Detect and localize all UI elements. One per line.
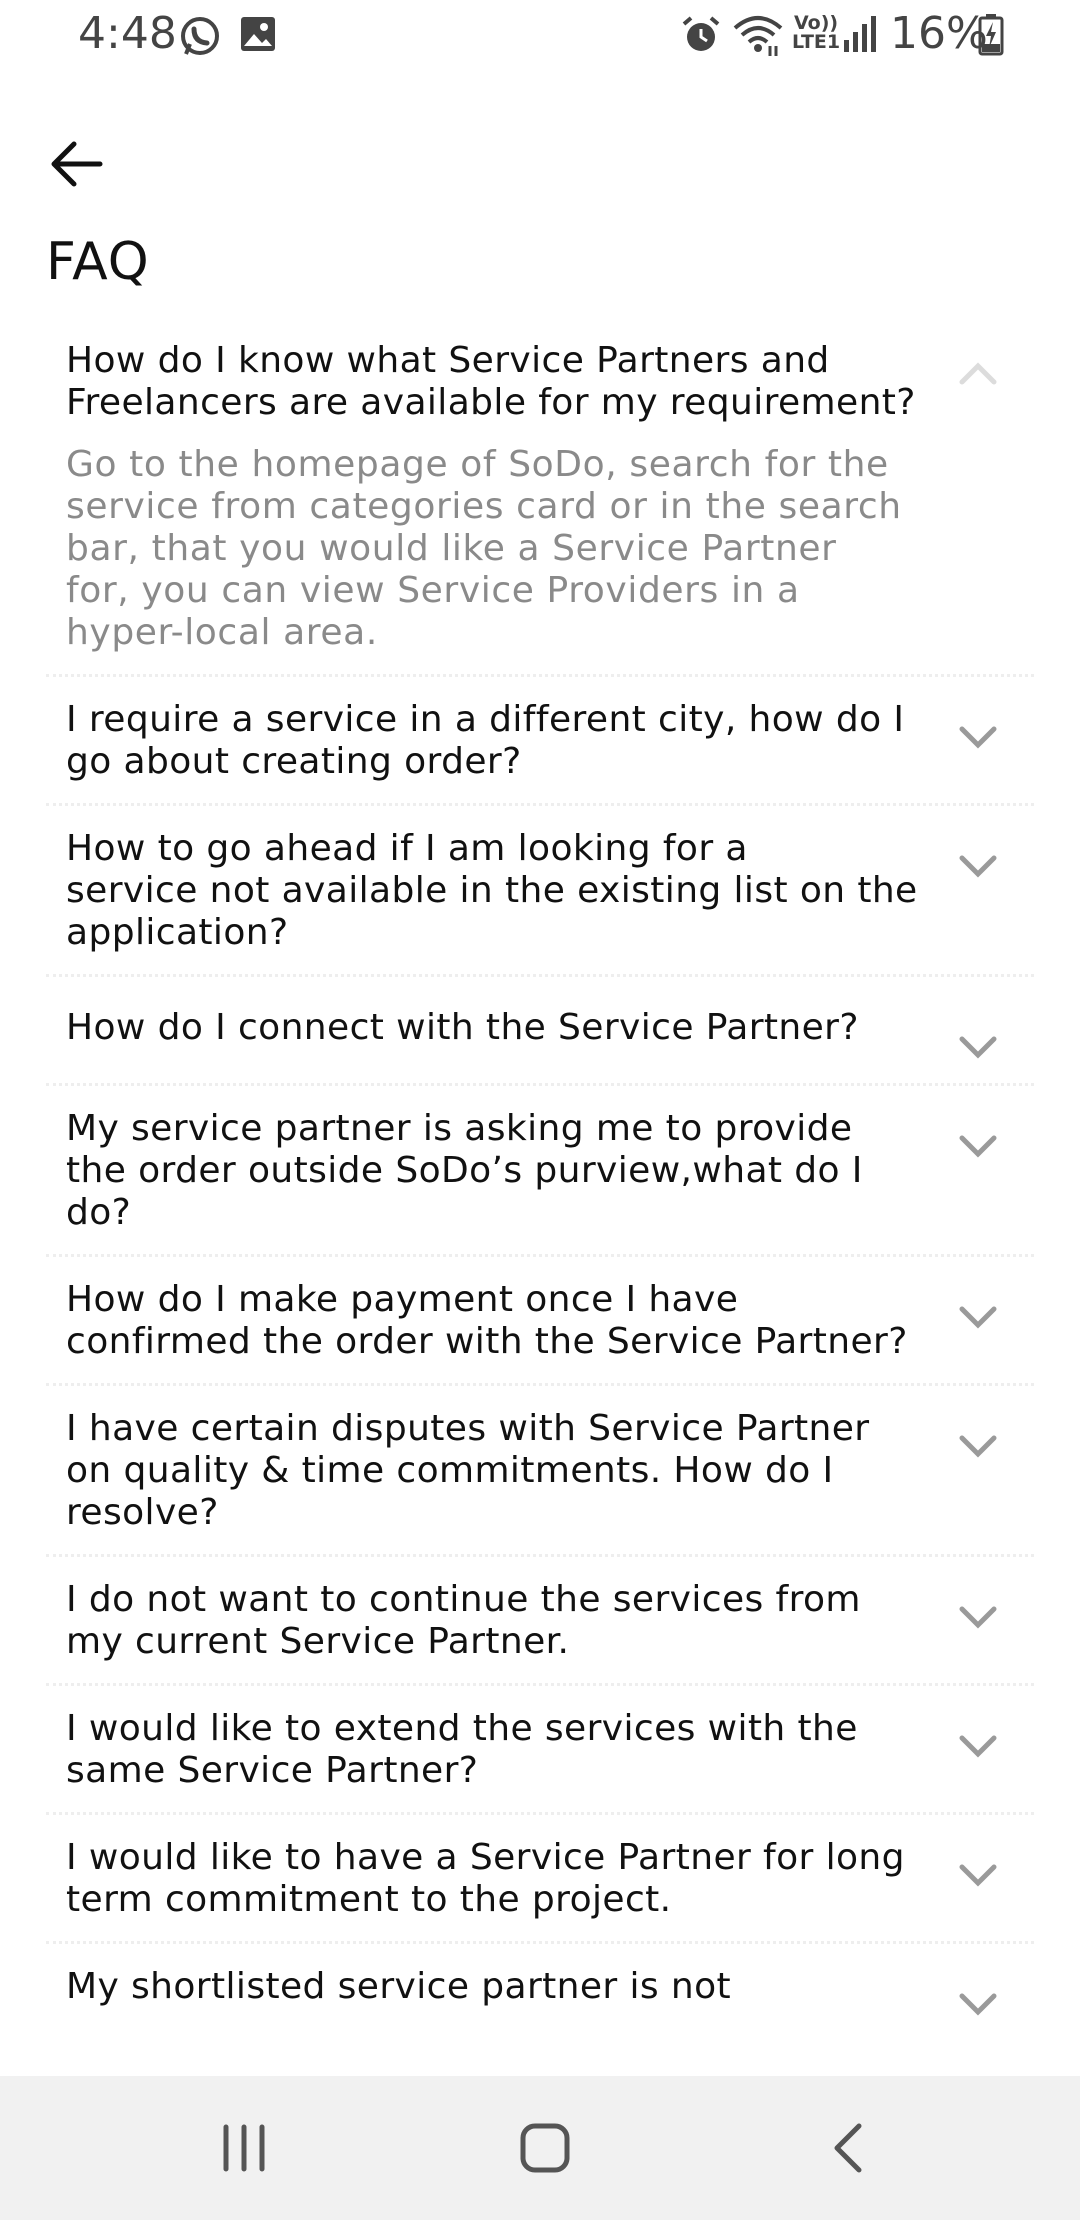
faq-question: My service partner is asking me to provi…	[66, 1108, 863, 1233]
faq-question: I have certain disputes with Service Par…	[66, 1408, 870, 1533]
faq-question: How do I make payment once I have confir…	[66, 1279, 908, 1362]
faq-answer: Go to the homepage of SoDo, search for t…	[66, 444, 902, 653]
faq-item-8[interactable]: I do not want to continue the services f…	[46, 1557, 1034, 1686]
battery-charging-icon	[978, 14, 1004, 67]
home-icon	[520, 2123, 570, 2173]
faq-question: I require a service in a different city,…	[66, 699, 905, 782]
chevron-down-icon[interactable]	[956, 1031, 1000, 1061]
chevron-down-icon[interactable]	[956, 1301, 1000, 1331]
chevron-down-icon[interactable]	[956, 1601, 1000, 1631]
chevron-down-icon[interactable]	[956, 1730, 1000, 1760]
volte-lte-icon: Vo)) LTE1	[792, 12, 841, 53]
faq-question: My shortlisted service partner is not	[66, 1966, 732, 2007]
whatsapp-icon	[178, 14, 222, 69]
faq-question: How to go ahead if I am looking for a se…	[66, 828, 918, 953]
faq-item-10[interactable]: I would like to have a Service Partner f…	[46, 1815, 1034, 1944]
faq-item-3[interactable]: How to go ahead if I am looking for a se…	[46, 806, 1034, 977]
faq-list: How do I know what Service Partners and …	[46, 318, 1034, 2016]
faq-question: How do I connect with the Service Partne…	[66, 1007, 859, 1048]
alarm-icon	[680, 14, 722, 67]
arrow-left-icon	[51, 141, 103, 187]
system-nav-bar	[0, 2076, 1080, 2220]
faq-item-4[interactable]: How do I connect with the Service Partne…	[46, 977, 1034, 1086]
nav-back-button[interactable]	[748, 2076, 948, 2220]
faq-question: I would like to have a Service Partner f…	[66, 1837, 905, 1920]
chevron-down-icon[interactable]	[956, 1430, 1000, 1460]
page-title: FAQ	[46, 232, 150, 292]
faq-item-6[interactable]: How do I make payment once I have confir…	[46, 1257, 1034, 1386]
faq-item-5[interactable]: My service partner is asking me to provi…	[46, 1086, 1034, 1257]
faq-question: I would like to extend the services with…	[66, 1708, 858, 1791]
chevron-up-icon[interactable]	[956, 358, 1000, 388]
chevron-down-icon[interactable]	[956, 1130, 1000, 1160]
back-icon	[834, 2123, 862, 2173]
faq-question: How do I know what Service Partners and …	[66, 340, 916, 423]
home-button[interactable]	[445, 2076, 645, 2220]
status-bar: 4:48 Vo)) LTE1 16%	[0, 0, 1080, 72]
chevron-down-icon[interactable]	[956, 1988, 1000, 2018]
faq-item-2[interactable]: I require a service in a different city,…	[46, 677, 1034, 806]
battery-percent: 16%	[890, 8, 988, 59]
status-time: 4:48	[78, 8, 177, 59]
faq-item-9[interactable]: I would like to extend the services with…	[46, 1686, 1034, 1815]
image-icon	[238, 14, 278, 65]
faq-item-1[interactable]: How do I know what Service Partners and …	[46, 318, 1034, 677]
recent-apps-icon	[223, 2124, 265, 2172]
wifi-icon	[732, 14, 784, 69]
faq-item-7[interactable]: I have certain disputes with Service Par…	[46, 1386, 1034, 1557]
signal-icon	[842, 14, 876, 65]
recent-apps-button[interactable]	[144, 2076, 344, 2220]
faq-question: I do not want to continue the services f…	[66, 1579, 861, 1662]
chevron-down-icon[interactable]	[956, 1859, 1000, 1889]
chevron-down-icon[interactable]	[956, 850, 1000, 880]
chevron-down-icon[interactable]	[956, 721, 1000, 751]
faq-item-11[interactable]: My shortlisted service partner is not	[46, 1944, 1034, 2016]
back-button[interactable]	[48, 138, 120, 202]
